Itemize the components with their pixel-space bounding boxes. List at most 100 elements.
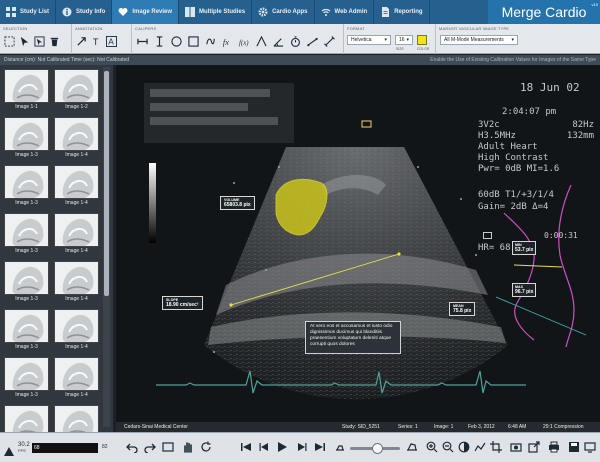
capture-button[interactable] xyxy=(508,439,524,455)
print-button[interactable] xyxy=(546,439,562,455)
annotation-textbox[interactable]: At vero eos et accusamus et iusto odio d… xyxy=(305,321,401,354)
tab-cardio-apps[interactable]: Cardio Apps xyxy=(252,0,315,24)
calibration-option[interactable]: Enable the Use of Existing Calibration V… xyxy=(430,57,596,63)
tab-study-list[interactable]: Study List xyxy=(0,0,57,24)
select-rect-tool[interactable] xyxy=(3,35,15,47)
thumbnail-image xyxy=(54,117,99,151)
selection-group: SELECTION xyxy=(0,24,72,54)
group-label: SELECTION xyxy=(3,26,28,31)
color-swatch[interactable] xyxy=(417,35,427,45)
tab-multiple-studies[interactable]: Multiple Studies xyxy=(179,0,253,24)
volume-label[interactable]: VOLUME 65803.8 pix xyxy=(220,196,255,210)
save-button[interactable] xyxy=(566,439,582,455)
function-tool[interactable]: fx xyxy=(221,35,233,47)
text-tool[interactable]: T xyxy=(90,35,102,47)
arrow-tool[interactable] xyxy=(75,35,87,47)
tab-image-review[interactable]: Image Review xyxy=(112,0,180,24)
frame-number-input[interactable]: 68 xyxy=(32,443,98,453)
ellipse-tool[interactable] xyxy=(170,35,182,47)
thumbnail[interactable]: Image 1-4 xyxy=(54,357,99,400)
thumbnail[interactable]: Image 1-3 xyxy=(4,357,49,400)
thumbnail[interactable]: Image 1-2 xyxy=(54,69,99,112)
thumbnail[interactable]: Image 1-3 xyxy=(4,261,49,304)
thumbnail-image xyxy=(4,357,49,391)
viewer-status-bar: Cedars-Sinai Medical Center Study: SID_5… xyxy=(116,422,600,432)
horizontal-caliper-tool[interactable] xyxy=(136,35,148,47)
slope-label[interactable]: SLOPE 18.90 cm/sec² xyxy=(162,296,203,310)
top-navigation: Study List Study Info Image Review Multi… xyxy=(0,0,600,24)
hand-button[interactable] xyxy=(180,439,196,455)
reset-button[interactable] xyxy=(198,439,214,455)
acquisition-params: 3V2c 82Hz H3.5MHz 132mm Adult Heart High Cont… xyxy=(478,120,596,175)
image-viewer[interactable]: 18 Jun 02 2:04:07 pm 3V2c 82Hz H3.5MHz 132m… xyxy=(116,65,600,432)
max-label[interactable]: MAX 96.7 pix xyxy=(512,283,537,297)
prev-frame-button[interactable] xyxy=(256,439,272,455)
zoom-out-button[interactable] xyxy=(440,439,456,455)
thumbnail-image xyxy=(54,213,99,247)
scrollbar-thumb[interactable] xyxy=(104,71,109,296)
vertical-caliper-tool[interactable] xyxy=(153,35,165,47)
slope-tool[interactable] xyxy=(306,35,318,47)
rate-icon[interactable] xyxy=(4,443,14,456)
thumbnail[interactable]: Image 1-3 xyxy=(4,309,49,352)
brand-logo: Merge Cardio v10 xyxy=(488,0,600,24)
contrast-button[interactable] xyxy=(456,439,472,455)
thumbnail[interactable]: Image 1-1 xyxy=(4,69,49,112)
thumbnail[interactable]: Image 1-4 xyxy=(54,117,99,160)
crop-button[interactable] xyxy=(488,439,504,455)
thumbnail-image xyxy=(4,69,49,103)
columns-icon xyxy=(185,7,196,17)
function-icon: fx xyxy=(222,38,228,47)
timer-tool[interactable] xyxy=(289,35,301,47)
freehand-tool[interactable] xyxy=(204,35,216,47)
font-size-select[interactable]: 16 ▾ xyxy=(395,35,413,45)
select-arrow-tool[interactable] xyxy=(33,35,45,47)
speed-up-button[interactable] xyxy=(404,439,420,455)
tab-reporting[interactable]: Reporting xyxy=(374,0,430,24)
fit-button[interactable] xyxy=(160,439,176,455)
pointer-tool[interactable] xyxy=(18,35,30,47)
play-button[interactable] xyxy=(274,439,290,455)
circle-icon xyxy=(170,35,182,47)
font-select[interactable]: Helvetica ▾ xyxy=(347,35,391,45)
next-frame-button[interactable] xyxy=(294,439,310,455)
undo-button[interactable] xyxy=(124,439,140,455)
delete-tool[interactable] xyxy=(48,35,60,47)
fullscreen-button[interactable] xyxy=(582,439,598,455)
thumbnail[interactable]: Image 1-3 xyxy=(4,165,49,208)
zoom-in-button[interactable] xyxy=(424,439,440,455)
vertical-caliper-icon xyxy=(156,35,162,47)
thumbnail[interactable]: Image 1-3 xyxy=(4,213,49,256)
textbox-tool[interactable]: A xyxy=(105,35,117,47)
thumbnail[interactable]: Image 1-3 xyxy=(4,117,49,160)
thumbnail[interactable]: Image 1-4 xyxy=(54,405,99,432)
angle-tool[interactable] xyxy=(255,35,267,47)
thumbnail-image xyxy=(54,405,99,432)
min-label[interactable]: MIN 53.7 pix xyxy=(512,241,537,255)
document-icon xyxy=(382,7,390,17)
caliper-handle[interactable] xyxy=(483,232,492,239)
thumbnail[interactable]: Image 1-4 xyxy=(54,213,99,256)
distance-tool[interactable] xyxy=(323,35,335,47)
thumbnail[interactable]: Image 1-4 xyxy=(54,165,99,208)
last-frame-button[interactable] xyxy=(312,439,328,455)
export-button[interactable] xyxy=(526,439,542,455)
thumbnail[interactable]: Image 1-4 xyxy=(54,261,99,304)
angle-arc-tool[interactable] xyxy=(272,35,284,47)
line-profile-button[interactable] xyxy=(472,439,488,455)
text-box-icon: A xyxy=(105,35,117,47)
redo-button[interactable] xyxy=(142,439,158,455)
speed-slider-handle[interactable] xyxy=(372,443,383,454)
function-paren-tool[interactable]: f(x) xyxy=(238,35,250,47)
thumbnail[interactable]: Image 1-4 xyxy=(54,309,99,352)
thumbnail-scrollbar[interactable] xyxy=(103,67,110,427)
measurement-type-select[interactable]: All M-Mode Measurements ▾ xyxy=(440,35,518,45)
tab-study-info[interactable]: Study Info xyxy=(56,0,113,24)
mean-label[interactable]: MEAN 75.8 pix xyxy=(449,302,476,316)
first-frame-button[interactable] xyxy=(238,439,254,455)
thumbnail-image xyxy=(4,165,49,199)
speed-down-button[interactable] xyxy=(332,439,348,455)
tab-web-admin[interactable]: Web Admin xyxy=(315,0,375,24)
thumbnail[interactable]: Image 1-3 xyxy=(4,405,49,432)
rectangle-tool[interactable] xyxy=(187,35,199,47)
